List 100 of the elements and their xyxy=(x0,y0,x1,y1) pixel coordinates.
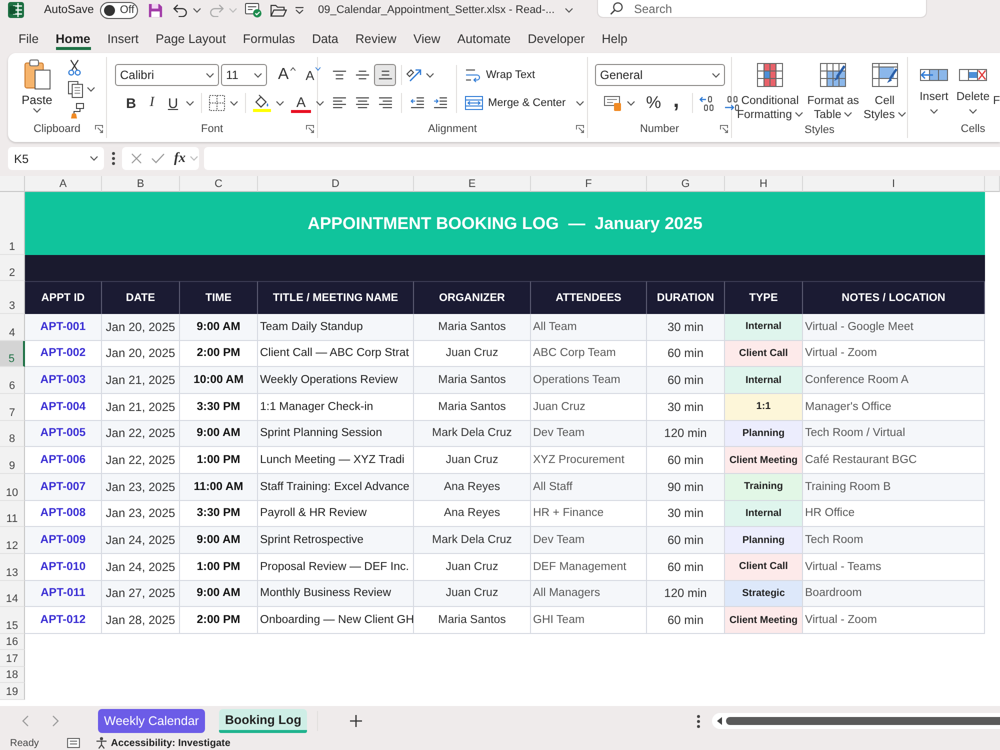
paint-bucket-icon[interactable] xyxy=(253,94,271,112)
column-header[interactable]: D xyxy=(258,176,414,192)
caret-icon[interactable] xyxy=(627,100,635,106)
vertical-dots-icon[interactable] xyxy=(112,152,115,165)
column-header[interactable]: F xyxy=(531,176,647,192)
caret-icon[interactable] xyxy=(276,100,284,106)
caret-icon[interactable] xyxy=(90,156,98,161)
search-field[interactable]: Search xyxy=(597,0,927,18)
column-header[interactable]: B xyxy=(102,176,180,192)
underline-button[interactable]: U xyxy=(163,92,183,114)
vertical-dots-icon[interactable] xyxy=(697,714,700,728)
conditional-formatting-button[interactable]: Conditional Formatting xyxy=(736,61,804,122)
bold-button[interactable]: B xyxy=(121,92,141,114)
menu-tab[interactable]: Page Layout xyxy=(147,28,234,50)
copy-icon[interactable] xyxy=(68,81,83,98)
page-icon[interactable] xyxy=(66,738,80,748)
menu-tab[interactable]: Automate xyxy=(448,28,520,50)
delete-button[interactable]: Delete xyxy=(954,61,992,114)
check-icon[interactable] xyxy=(151,153,165,164)
scissors-icon[interactable] xyxy=(68,59,81,76)
menu-tab[interactable]: Data xyxy=(303,28,347,50)
dialog-launcher-icon[interactable] xyxy=(95,125,103,133)
align-center-icon[interactable] xyxy=(355,97,370,109)
caret-icon[interactable] xyxy=(564,8,573,12)
insert-button[interactable]: Insert xyxy=(916,61,952,114)
wrap-text-button[interactable]: Wrap Text xyxy=(465,64,536,86)
diagonal-arrow-icon[interactable] xyxy=(406,68,422,82)
row-header[interactable]: 4 xyxy=(0,314,25,341)
row-header[interactable]: 16 xyxy=(0,634,25,650)
row-header[interactable]: 12 xyxy=(0,527,25,554)
caret-icon[interactable] xyxy=(206,72,214,78)
caret-icon[interactable] xyxy=(712,72,720,78)
row-header[interactable]: 2 xyxy=(0,255,25,281)
sheet-tab[interactable]: Weekly Calendar xyxy=(98,709,205,733)
merge-center-button[interactable]: Merge & Center xyxy=(465,92,566,114)
sheet-tab[interactable]: Booking Log xyxy=(218,709,308,733)
save-icon[interactable] xyxy=(148,2,163,18)
comma-button[interactable]: , xyxy=(666,92,686,114)
row-header[interactable]: 1 xyxy=(0,192,25,255)
row-header[interactable]: 19 xyxy=(0,683,25,700)
grid-icon[interactable] xyxy=(209,95,225,111)
close-icon[interactable] xyxy=(131,153,142,164)
column-header[interactable]: E xyxy=(414,176,531,192)
dialog-launcher-icon[interactable] xyxy=(720,125,728,133)
font-name-dropdown[interactable]: Calibri xyxy=(115,64,219,86)
menu-tab[interactable]: Insert xyxy=(98,28,148,50)
paintbrush-icon[interactable] xyxy=(68,103,84,119)
row-header[interactable]: 7 xyxy=(0,394,25,421)
decrease-indent-icon[interactable] xyxy=(410,97,425,109)
menu-tab[interactable]: View xyxy=(404,28,449,50)
row-header[interactable]: 5 xyxy=(0,340,25,368)
row-header[interactable]: 6 xyxy=(0,367,25,394)
format-as-table-button[interactable]: Format as Table xyxy=(806,61,860,122)
font-color-button[interactable]: A xyxy=(291,93,311,113)
column-header[interactable]: C xyxy=(180,176,258,192)
autosave-toggle[interactable]: Off xyxy=(100,2,138,18)
column-header[interactable]: I xyxy=(803,176,985,192)
name-box[interactable]: K5 xyxy=(8,147,104,170)
caret-icon[interactable] xyxy=(230,100,238,106)
italic-button[interactable]: I xyxy=(142,92,162,114)
row-header[interactable]: 10 xyxy=(0,474,25,501)
caret-icon[interactable] xyxy=(426,72,434,78)
caret-icon[interactable] xyxy=(316,100,324,106)
scrollbar-thumb[interactable] xyxy=(726,717,1000,725)
caret-icon[interactable] xyxy=(254,72,262,78)
dialog-launcher-icon[interactable] xyxy=(306,125,314,133)
row-header[interactable]: 13 xyxy=(0,554,25,581)
increase-decimal-icon[interactable] xyxy=(699,96,714,110)
scroll-left-icon[interactable] xyxy=(717,717,722,725)
cell-styles-button[interactable]: Cell Styles xyxy=(862,61,907,122)
column-header[interactable]: G xyxy=(647,176,725,192)
column-header[interactable]: H xyxy=(725,176,803,192)
grow-font-button[interactable]: A xyxy=(275,64,299,86)
align-bottom-button[interactable] xyxy=(374,64,396,86)
shrink-font-button[interactable]: A xyxy=(302,64,324,86)
column-header[interactable]: A xyxy=(25,176,102,192)
menu-tab[interactable]: Help xyxy=(593,28,636,50)
spreadsheet-logo-icon[interactable] xyxy=(8,2,24,18)
banknote-icon[interactable] xyxy=(604,96,621,110)
accessibility-status[interactable]: Accessibility: Investigate xyxy=(110,738,230,748)
paste-button[interactable]: Paste xyxy=(20,59,54,113)
folder-icon[interactable] xyxy=(270,4,287,16)
caret-icon[interactable] xyxy=(294,6,304,14)
menu-tab[interactable]: Review xyxy=(346,28,405,50)
undo-icon[interactable] xyxy=(172,4,188,16)
caret-icon[interactable] xyxy=(192,8,201,12)
row-header[interactable]: 15 xyxy=(0,607,25,634)
row-header[interactable]: 17 xyxy=(0,650,25,667)
insert-function-button[interactable]: fx xyxy=(174,150,186,166)
row-header[interactable]: 9 xyxy=(0,447,25,474)
menu-tab[interactable]: File xyxy=(10,28,48,50)
format-button[interactable]: F xyxy=(993,61,1000,108)
row-header[interactable]: 14 xyxy=(0,580,25,608)
increase-indent-icon[interactable] xyxy=(433,97,448,109)
row-header[interactable]: 11 xyxy=(0,500,25,528)
align-right-icon[interactable] xyxy=(378,97,393,109)
row-header[interactable]: 18 xyxy=(0,666,25,684)
menu-tab[interactable]: Developer xyxy=(519,28,594,50)
font-size-dropdown[interactable]: 11 xyxy=(221,64,267,86)
row-header[interactable]: 8 xyxy=(0,420,25,448)
